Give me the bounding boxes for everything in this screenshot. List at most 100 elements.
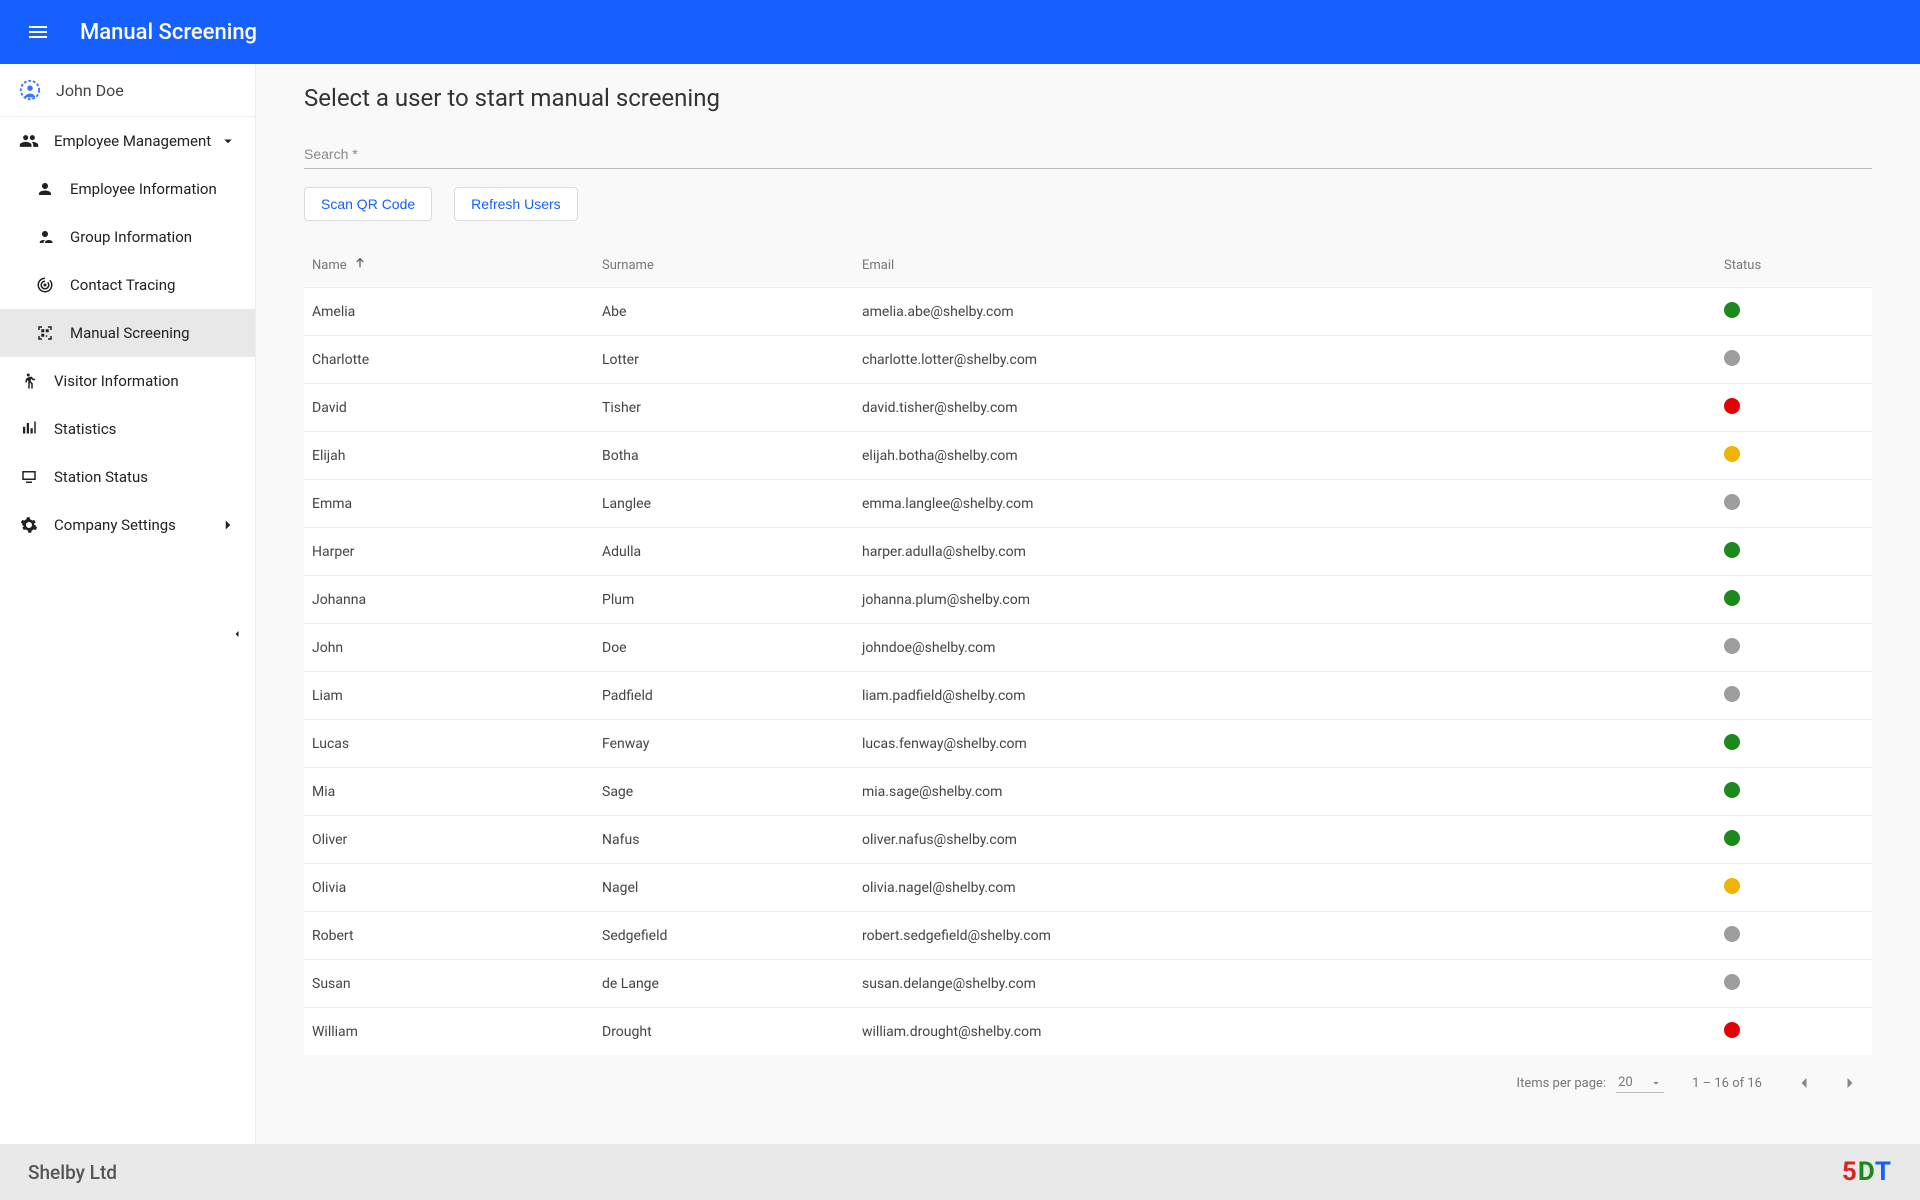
- cell-surname: Tisher: [602, 400, 862, 416]
- cell-status: [1724, 974, 1864, 994]
- cell-surname: Plum: [602, 592, 862, 608]
- cell-surname: Adulla: [602, 544, 862, 560]
- table-row[interactable]: OliviaNagelolivia.nagel@shelby.com: [304, 863, 1872, 911]
- sidebar-item-manual-screening[interactable]: Manual Screening: [0, 309, 255, 357]
- sidebar-item-contact-tracing[interactable]: Contact Tracing: [0, 261, 255, 309]
- table-row[interactable]: JohnDoejohndoe@shelby.com: [304, 623, 1872, 671]
- menu-toggle-button[interactable]: [20, 14, 56, 50]
- column-label: Name: [312, 258, 347, 273]
- cell-email: susan.delange@shelby.com: [862, 976, 1724, 992]
- table-row[interactable]: EmmaLangleeemma.langlee@shelby.com: [304, 479, 1872, 527]
- sidebar-item-statistics[interactable]: Statistics: [0, 405, 255, 453]
- table-row[interactable]: LucasFenwaylucas.fenway@shelby.com: [304, 719, 1872, 767]
- sidebar-label: Visitor Information: [54, 372, 179, 390]
- cell-email: charlotte.lotter@shelby.com: [862, 352, 1724, 368]
- cell-name: Johanna: [312, 592, 602, 608]
- sidebar-item-employee-information[interactable]: Employee Information: [0, 165, 255, 213]
- cell-surname: de Lange: [602, 976, 862, 992]
- cell-name: Amelia: [312, 304, 602, 320]
- cell-email: johndoe@shelby.com: [862, 640, 1724, 656]
- status-dot: [1724, 398, 1740, 414]
- column-status[interactable]: Status: [1724, 258, 1864, 273]
- table-row[interactable]: OliverNafusoliver.nafus@shelby.com: [304, 815, 1872, 863]
- sidebar-item-station-status[interactable]: Station Status: [0, 453, 255, 501]
- cell-email: robert.sedgefield@shelby.com: [862, 928, 1724, 944]
- cell-status: [1724, 926, 1864, 946]
- table-row[interactable]: LiamPadfieldliam.padfield@shelby.com: [304, 671, 1872, 719]
- column-email[interactable]: Email: [862, 258, 1724, 273]
- sidebar-label: Company Settings: [54, 516, 176, 534]
- cell-surname: Nafus: [602, 832, 862, 848]
- cell-name: Mia: [312, 784, 602, 800]
- sidebar-item-group-information[interactable]: Group Information: [0, 213, 255, 261]
- paginator-range: 1 – 16 of 16: [1692, 1076, 1762, 1091]
- cell-name: Elijah: [312, 448, 602, 464]
- page-size-select[interactable]: 20: [1616, 1073, 1664, 1093]
- status-dot: [1724, 302, 1740, 318]
- sidebar-label: Contact Tracing: [70, 276, 175, 294]
- status-dot: [1724, 782, 1740, 798]
- cell-email: harper.adulla@shelby.com: [862, 544, 1724, 560]
- cell-status: [1724, 830, 1864, 850]
- column-surname[interactable]: Surname: [602, 258, 862, 273]
- cell-status: [1724, 734, 1864, 754]
- table-row[interactable]: ElijahBothaelijah.botha@shelby.com: [304, 431, 1872, 479]
- sidebar-collapse-button[interactable]: [227, 624, 247, 644]
- cell-name: Charlotte: [312, 352, 602, 368]
- table-row[interactable]: DavidTisherdavid.tisher@shelby.com: [304, 383, 1872, 431]
- table-row[interactable]: CharlotteLottercharlotte.lotter@shelby.c…: [304, 335, 1872, 383]
- paginator-next-button[interactable]: [1836, 1069, 1864, 1097]
- page-header-title: Manual Screening: [80, 20, 257, 45]
- qr-scan-icon: [34, 322, 56, 344]
- cell-surname: Fenway: [602, 736, 862, 752]
- status-dot: [1724, 830, 1740, 846]
- status-dot: [1724, 542, 1740, 558]
- cell-surname: Lotter: [602, 352, 862, 368]
- cell-email: johanna.plum@shelby.com: [862, 592, 1724, 608]
- app-header: Manual Screening: [0, 0, 1920, 64]
- cell-name: Susan: [312, 976, 602, 992]
- footer: Shelby Ltd 5DT: [0, 1144, 1920, 1200]
- table-row[interactable]: RobertSedgefieldrobert.sedgefield@shelby…: [304, 911, 1872, 959]
- radar-icon: [34, 274, 56, 296]
- cell-status: [1724, 590, 1864, 610]
- cell-status: [1724, 446, 1864, 466]
- cell-email: lucas.fenway@shelby.com: [862, 736, 1724, 752]
- dropdown-icon: [1650, 1077, 1662, 1089]
- cell-email: william.drought@shelby.com: [862, 1024, 1724, 1040]
- search-input[interactable]: [304, 140, 1872, 169]
- sidebar-item-company-settings[interactable]: Company Settings: [0, 501, 255, 549]
- cell-name: Lucas: [312, 736, 602, 752]
- table-row[interactable]: Susande Langesusan.delange@shelby.com: [304, 959, 1872, 1007]
- page-title: Select a user to start manual screening: [304, 84, 1872, 112]
- chevron-left-icon: [1794, 1073, 1814, 1093]
- menu-icon: [26, 20, 50, 44]
- column-name[interactable]: Name: [312, 256, 602, 274]
- gear-icon: [18, 514, 40, 536]
- cell-email: oliver.nafus@shelby.com: [862, 832, 1724, 848]
- status-dot: [1724, 350, 1740, 366]
- status-dot: [1724, 926, 1740, 942]
- table-row[interactable]: AmeliaAbeamelia.abe@shelby.com: [304, 287, 1872, 335]
- cell-surname: Padfield: [602, 688, 862, 704]
- sidebar-item-visitor-information[interactable]: Visitor Information: [0, 357, 255, 405]
- table-row[interactable]: MiaSagemia.sage@shelby.com: [304, 767, 1872, 815]
- walk-icon: [18, 370, 40, 392]
- sidebar-item-employee-management[interactable]: Employee Management: [0, 117, 255, 165]
- table-header: Name Surname Email Status: [304, 243, 1872, 287]
- table-row[interactable]: JohannaPlumjohanna.plum@shelby.com: [304, 575, 1872, 623]
- bar-chart-icon: [18, 418, 40, 440]
- chevron-right-icon: [1840, 1073, 1860, 1093]
- sidebar-username: John Doe: [56, 81, 124, 100]
- footer-company-name: Shelby Ltd: [28, 1161, 117, 1184]
- paginator-prev-button[interactable]: [1790, 1069, 1818, 1097]
- page-size-value: 20: [1618, 1075, 1633, 1090]
- cell-surname: Sage: [602, 784, 862, 800]
- refresh-users-button[interactable]: Refresh Users: [454, 187, 577, 221]
- chevron-left-icon: [231, 628, 243, 640]
- table-row[interactable]: WilliamDroughtwilliam.drought@shelby.com: [304, 1007, 1872, 1055]
- paginator: Items per page: 20 1 – 16 of 16: [304, 1055, 1872, 1117]
- scan-qr-code-button[interactable]: Scan QR Code: [304, 187, 432, 221]
- table-row[interactable]: HarperAdullaharper.adulla@shelby.com: [304, 527, 1872, 575]
- sidebar-user[interactable]: John Doe: [0, 64, 255, 117]
